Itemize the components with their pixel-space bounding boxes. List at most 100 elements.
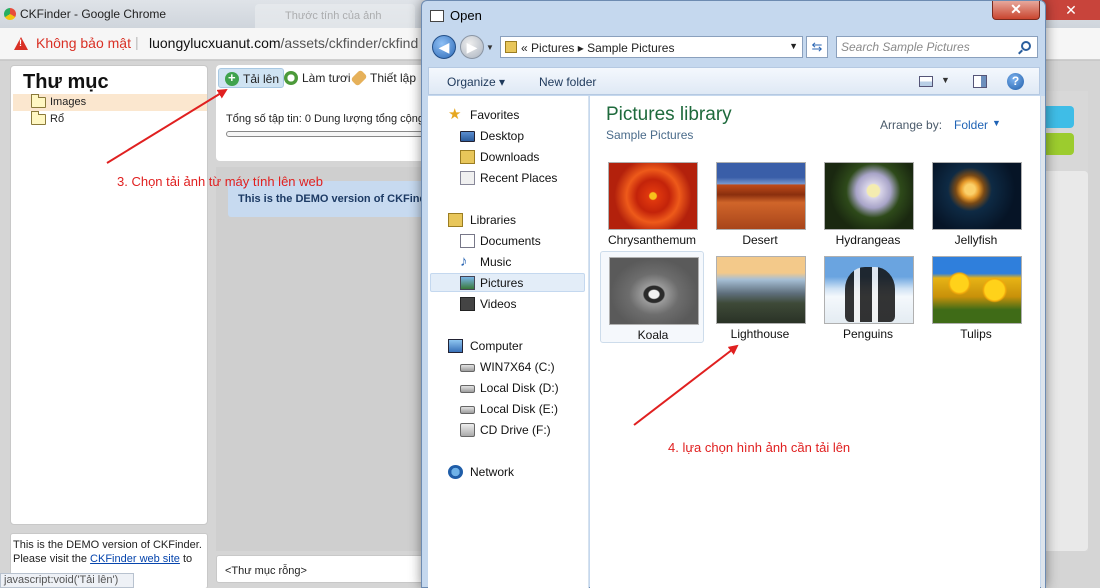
- settings-button[interactable]: Thiết lập: [346, 68, 420, 88]
- change-view-icon[interactable]: [919, 76, 933, 87]
- refresh-button[interactable]: Làm tươi: [278, 68, 355, 88]
- refresh-icon: [284, 71, 298, 85]
- upload-button[interactable]: Tải lên: [218, 68, 285, 88]
- refresh-label: Làm tươi: [302, 71, 351, 85]
- nav-desktop[interactable]: Desktop: [436, 127, 591, 146]
- file-name: Desert: [742, 233, 778, 247]
- security-label[interactable]: Không bảo mật: [36, 35, 131, 51]
- url-text[interactable]: luongylucxuanut.com/assets/ckfinder/ckfi…: [149, 35, 418, 51]
- browser-close-button[interactable]: ✕: [1042, 0, 1100, 20]
- wrench-icon: [350, 69, 368, 87]
- refresh-location-button[interactable]: ⇆: [806, 36, 828, 58]
- nav-label: Desktop: [480, 129, 525, 143]
- folder-label: Rổ: [50, 113, 65, 125]
- network-icon: [448, 465, 463, 479]
- file-list-pane: Pictures library Sample Pictures Arrange…: [590, 96, 1040, 588]
- file-thumbnail-koala[interactable]: Koala: [600, 251, 704, 343]
- nav-label: Downloads: [480, 150, 540, 164]
- nav-pictures[interactable]: Pictures: [430, 273, 585, 292]
- nav-label: Local Disk (E:): [480, 402, 559, 416]
- search-box[interactable]: [836, 36, 1038, 58]
- url-path: /assets/ckfinder/ckfind: [280, 35, 419, 51]
- file-thumbnail-chrysanthemum[interactable]: Chrysanthemum: [600, 157, 704, 249]
- help-icon[interactable]: ?: [1007, 73, 1024, 90]
- nav-drive-d[interactable]: Local Disk (D:): [436, 379, 591, 398]
- folder-item-images[interactable]: Images: [13, 94, 207, 111]
- chevron-down-icon[interactable]: ▼: [789, 41, 798, 51]
- background-tab-title: Thước tính của ảnh: [285, 10, 382, 22]
- disk-icon: [460, 385, 475, 393]
- warning-icon: [14, 37, 28, 50]
- nav-label: CD Drive (F:): [480, 423, 551, 437]
- search-icon[interactable]: [1021, 41, 1031, 51]
- file-thumbnail-penguins[interactable]: Penguins: [816, 251, 920, 343]
- library-title: Pictures library: [606, 104, 732, 125]
- nav-downloads[interactable]: Downloads: [436, 148, 591, 167]
- dialog-close-button[interactable]: ✕: [992, 1, 1040, 20]
- disk-icon: [460, 406, 475, 414]
- nav-favorites[interactable]: ★ Favorites: [436, 106, 591, 125]
- nav-videos[interactable]: Videos: [436, 295, 591, 314]
- browser-window-title: CKFinder - Google Chrome: [20, 7, 167, 21]
- folder-icon: [505, 41, 517, 53]
- address-breadcrumb[interactable]: « Pictures ▸ Sample Pictures ▼: [500, 36, 803, 58]
- image-preview: [824, 162, 914, 230]
- status-bar-link: javascript:void('Tải lên'): [0, 573, 134, 588]
- nav-drive-c[interactable]: WIN7X64 (C:): [436, 358, 591, 377]
- nav-documents[interactable]: Documents: [436, 232, 591, 251]
- disk-icon: [460, 364, 475, 372]
- dialog-scrollbar[interactable]: [1041, 96, 1045, 588]
- pictures-icon: [460, 276, 475, 290]
- settings-label: Thiết lập: [370, 71, 417, 85]
- search-input[interactable]: [841, 40, 1011, 54]
- demo-notice-line2: Please visit the CKFinder web site to: [13, 552, 205, 566]
- chevron-down-icon[interactable]: ▼: [992, 118, 1001, 128]
- breadcrumb-overflow[interactable]: «: [521, 41, 528, 55]
- nav-drive-e[interactable]: Local Disk (E:): [436, 400, 591, 419]
- file-name: Koala: [637, 328, 669, 342]
- ckfinder-toolbar: Tải lên Làm tươi Thiết lập Tổng số tập t…: [216, 65, 427, 161]
- nav-libraries[interactable]: Libraries: [436, 211, 591, 230]
- file-thumbnail-jellyfish[interactable]: Jellyfish: [924, 157, 1028, 249]
- files-area[interactable]: This is the DEMO version of CKFinder: [216, 167, 426, 551]
- arrange-by-dropdown[interactable]: Folder: [954, 118, 988, 132]
- nav-label: Documents: [480, 234, 541, 248]
- nav-computer[interactable]: Computer: [436, 337, 591, 356]
- dialog-title: Open: [450, 8, 482, 23]
- file-thumbnail-hydrangeas[interactable]: Hydrangeas: [816, 157, 920, 249]
- navigation-pane: ★ Favorites Desktop Downloads Recent Pla…: [428, 96, 589, 588]
- file-thumbnail-lighthouse[interactable]: Lighthouse: [708, 251, 812, 343]
- nav-label: Pictures: [480, 276, 524, 290]
- nav-drive-f[interactable]: CD Drive (F:): [436, 421, 591, 440]
- image-preview: [932, 256, 1022, 324]
- forward-button[interactable]: ▶: [460, 35, 484, 59]
- back-button[interactable]: ◀: [432, 35, 456, 59]
- annotation-step-4: 4. lựa chọn hình ảnh cần tải lên: [668, 440, 851, 455]
- breadcrumb-pictures[interactable]: Pictures: [531, 41, 574, 55]
- nav-label: Computer: [470, 339, 523, 353]
- empty-folder-status: <Thư mục rỗng>: [216, 555, 426, 583]
- computer-icon: [448, 339, 463, 353]
- folder-label: Images: [50, 96, 87, 108]
- recent-locations-dropdown[interactable]: ▼: [486, 43, 494, 52]
- background-tab[interactable]: Thước tính của ảnh: [255, 4, 415, 28]
- breadcrumb-sample-pictures[interactable]: Sample Pictures: [587, 41, 674, 55]
- preview-pane-icon[interactable]: [973, 75, 987, 88]
- command-bar: Organize ▾ New folder ▼ ?: [428, 67, 1040, 95]
- folder-item-ro[interactable]: Rổ: [13, 111, 207, 128]
- library-subtitle: Sample Pictures: [606, 128, 694, 142]
- nav-network[interactable]: Network: [436, 463, 591, 482]
- demo-notice-line1: This is the DEMO version of CKFinder.: [13, 539, 202, 551]
- documents-icon: [460, 234, 475, 248]
- organize-menu[interactable]: Organize ▾: [447, 75, 505, 89]
- view-options-dropdown[interactable]: ▼: [941, 75, 950, 85]
- nav-label: Local Disk (D:): [480, 381, 559, 395]
- ckfinder-website-link[interactable]: CKFinder web site: [90, 553, 180, 565]
- file-thumbnail-tulips[interactable]: Tulips: [924, 251, 1028, 343]
- file-thumbnail-desert[interactable]: Desert: [708, 157, 812, 249]
- file-name: Chrysanthemum: [607, 233, 697, 247]
- nav-recent-places[interactable]: Recent Places: [436, 169, 591, 188]
- new-folder-button[interactable]: New folder: [539, 75, 596, 89]
- nav-music[interactable]: ♪ Music: [436, 253, 591, 272]
- dialog-app-icon: [430, 10, 444, 22]
